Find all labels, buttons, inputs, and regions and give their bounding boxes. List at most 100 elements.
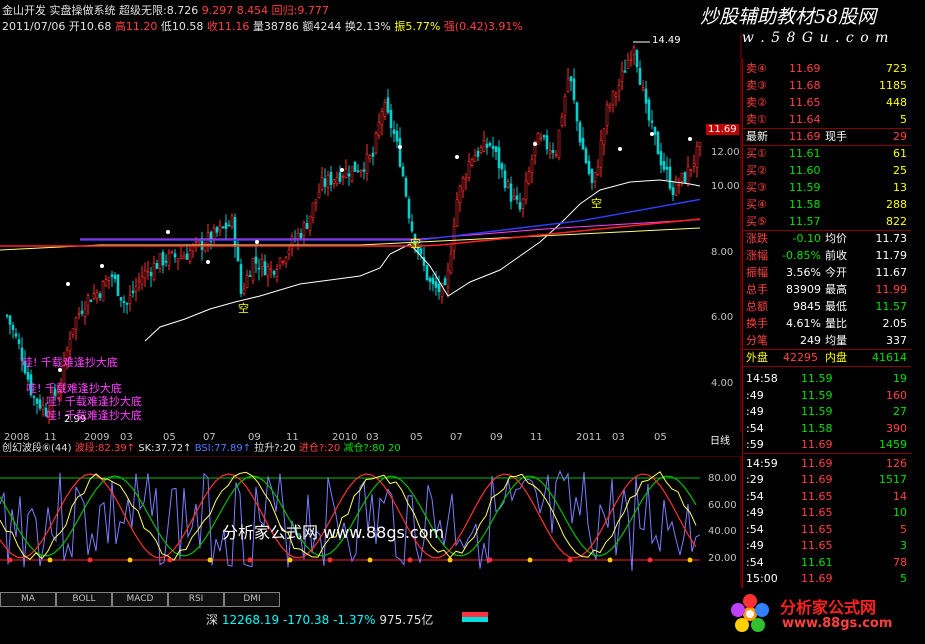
candle-body <box>347 173 351 177</box>
stat-value-2: 11.99 <box>875 283 908 296</box>
candle-body <box>206 232 210 245</box>
candle-body <box>83 308 87 318</box>
candle-body <box>608 104 612 108</box>
sell-row[interactable]: 卖① 11.64 5 <box>743 111 911 128</box>
tick-price: 11.59 <box>801 405 833 418</box>
stock-info-line1: 金山开发 实盘操做系统 超级无限:8.726 9.297 8.454 回归:9.… <box>2 4 329 18</box>
inner-value: 41614 <box>872 351 907 364</box>
candle-body <box>401 166 405 177</box>
candle-body <box>587 160 591 174</box>
candle-body <box>548 150 552 154</box>
candle-body <box>428 277 432 282</box>
candle-body <box>158 253 162 269</box>
candle-body <box>389 109 393 129</box>
candle-body <box>77 313 81 316</box>
kong-label-2: 空 <box>591 197 602 210</box>
sell-row[interactable]: 卖③ 11.68 1185 <box>743 77 911 94</box>
buy-row[interactable]: 买① 11.61 61 <box>743 145 911 162</box>
candle-body <box>425 265 429 281</box>
candle-body <box>695 146 699 168</box>
sell-row[interactable]: 卖② 11.65 448 <box>743 94 911 111</box>
candle-body <box>8 315 12 325</box>
candle-body <box>140 276 144 285</box>
osc-tail: 20 <box>388 443 401 454</box>
candle-body <box>443 278 447 286</box>
candle-body <box>185 253 189 260</box>
osc-signal-dot <box>367 557 373 563</box>
candle-body <box>299 233 303 238</box>
signal-dot <box>688 137 692 141</box>
candle-body <box>539 137 543 140</box>
candle-body <box>368 155 372 160</box>
tick-row: :54 11.58 390 <box>743 420 911 437</box>
osc-reduce: 减仓?:80 <box>343 443 385 454</box>
osc-signal-dot <box>47 557 53 563</box>
tick-price: 11.65 <box>801 539 833 552</box>
candle-body <box>302 222 306 237</box>
candle-body <box>545 135 549 150</box>
candle-body <box>581 137 585 150</box>
candle-body <box>479 147 483 154</box>
osc-signal-dot <box>487 557 493 563</box>
buy-row[interactable]: 买⑤ 11.57 822 <box>743 213 911 230</box>
latest-price: 11.69 <box>789 130 821 143</box>
candle-body <box>665 166 669 170</box>
tab-boll[interactable]: BOLL <box>56 592 112 607</box>
buy-label: 买⑤ <box>746 215 767 228</box>
stat-row: 涨跌 -0.10 均价 11.73 <box>743 230 911 247</box>
osc-y-80: 80.00 <box>708 473 737 484</box>
stat-value: 4.61% <box>786 317 821 330</box>
osc-y-40: 40.00 <box>708 526 737 537</box>
candle-body <box>380 111 384 126</box>
candle-body <box>137 279 141 283</box>
outer-label: 外盘 <box>746 351 768 364</box>
candle-body <box>68 338 72 352</box>
tick-volume: 1459 <box>879 438 907 451</box>
candle-body <box>644 88 648 104</box>
signal-dot <box>340 168 344 172</box>
sell-volume: 448 <box>886 96 907 109</box>
osc-y-20: 20.00 <box>708 553 737 564</box>
candle-body <box>491 145 495 149</box>
sell-row[interactable]: 卖④ 11.69 723 <box>743 60 911 77</box>
buy-volume: 288 <box>886 198 907 211</box>
osc-bsi: BSI:77.89↑ <box>194 443 252 454</box>
buy-label: 买② <box>746 164 767 177</box>
candle-body <box>17 339 21 344</box>
tick-volume: 19 <box>893 372 907 385</box>
sell-volume: 1185 <box>879 79 907 92</box>
candle-body <box>269 268 273 271</box>
candle-body <box>488 143 492 146</box>
buy-volume: 822 <box>886 215 907 228</box>
candle-body <box>404 177 408 197</box>
buy-row[interactable]: 买② 11.60 25 <box>743 162 911 179</box>
candle-body <box>683 172 687 183</box>
divider <box>743 452 911 454</box>
x-label: 11 <box>286 432 299 443</box>
latest-row[interactable]: 最新 11.69 现手 29 <box>743 128 911 145</box>
candle-body <box>686 166 690 186</box>
signal-dot <box>533 142 537 146</box>
tab-rsi[interactable]: RSI <box>168 592 224 607</box>
candle-body <box>161 252 165 266</box>
candle-body <box>647 99 651 121</box>
buy-row[interactable]: 买③ 11.59 13 <box>743 179 911 196</box>
candle-body <box>128 295 132 304</box>
candle-body <box>227 224 231 227</box>
candle-body <box>215 227 219 233</box>
oscillator-name[interactable]: 创幻波段⑥(44) <box>2 443 72 454</box>
tick-row: 14:59 11.69 126 <box>743 455 911 472</box>
candle-body <box>119 297 123 301</box>
tab-dmi[interactable]: DMI <box>224 592 280 607</box>
market-index[interactable]: 深 12268.19 -170.38 -1.37% 975.75亿 <box>206 611 433 628</box>
kong-label-3: 空 <box>410 237 421 250</box>
tab-macd[interactable]: MACD <box>112 592 168 607</box>
buy-row[interactable]: 买④ 11.58 288 <box>743 196 911 213</box>
candle-body <box>35 398 39 404</box>
sell-label: 卖① <box>746 113 767 126</box>
candlestick-chart[interactable] <box>0 34 742 432</box>
buy-price: 11.60 <box>789 164 821 177</box>
tab-ma[interactable]: MA <box>0 592 56 607</box>
period-label[interactable]: 日线 <box>710 432 730 447</box>
stat-value: 3.56% <box>786 266 821 279</box>
